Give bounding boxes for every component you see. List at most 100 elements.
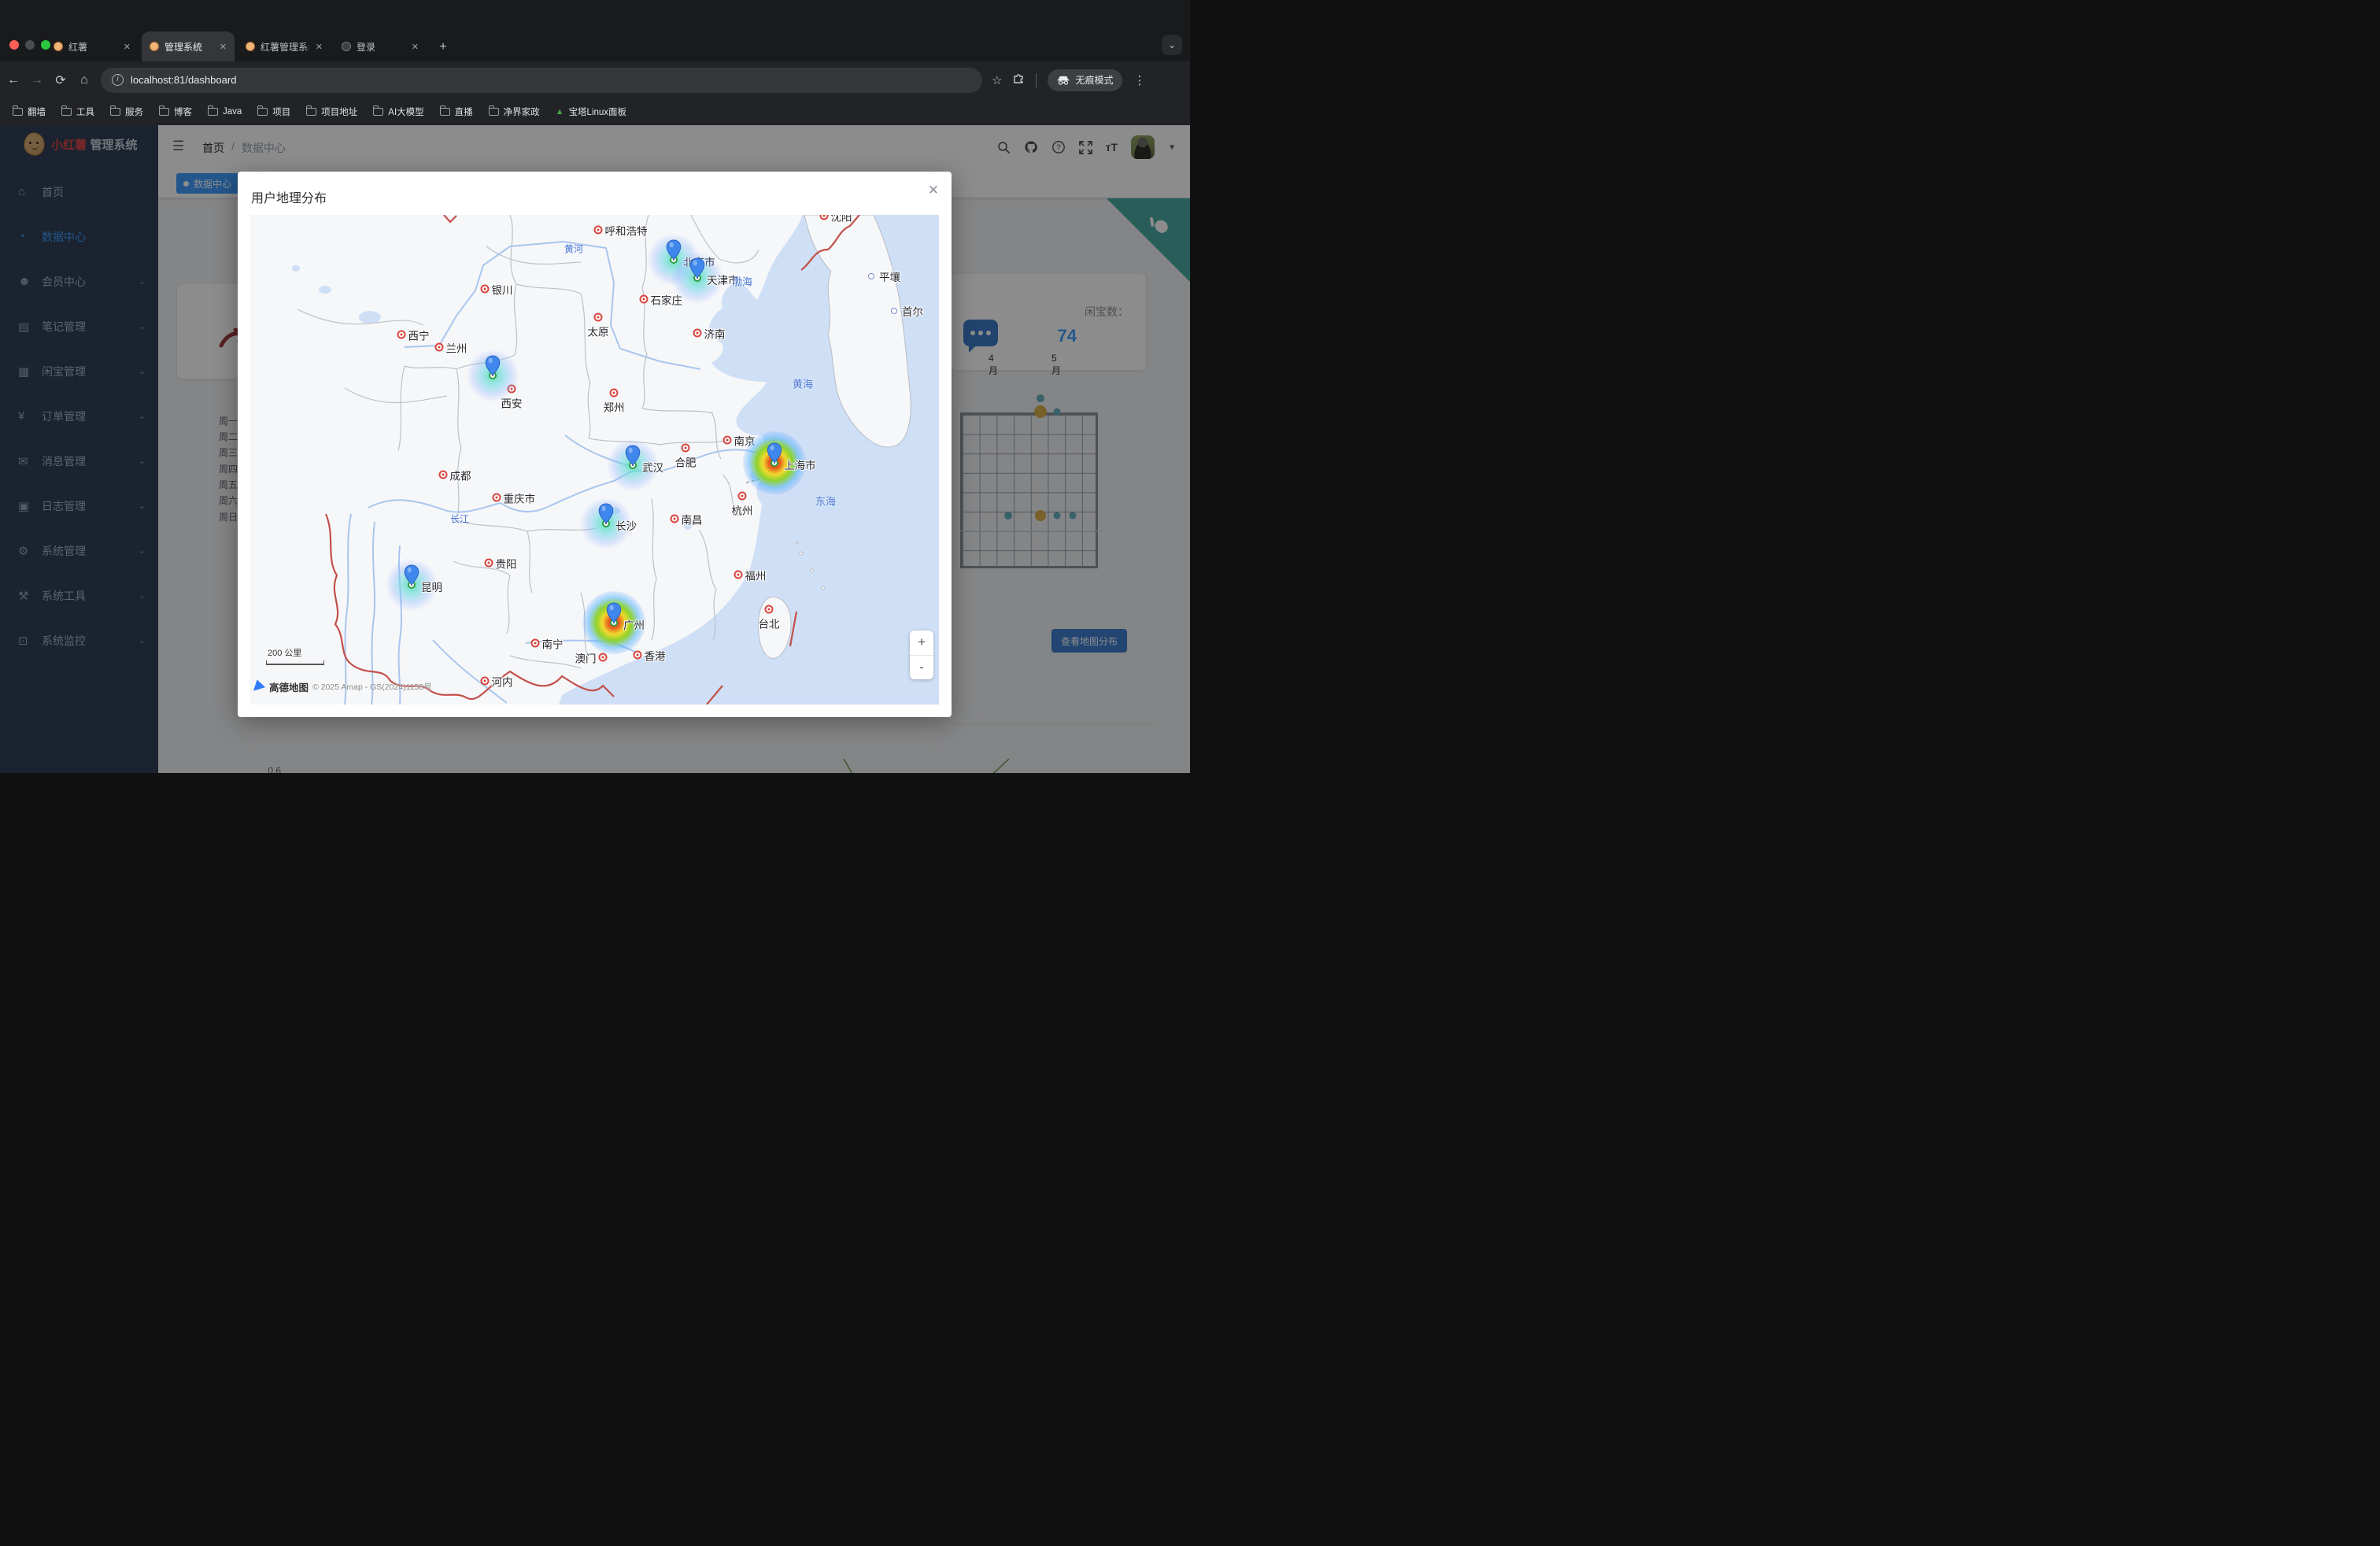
browser-tab[interactable]: 红薯 ✕ bbox=[46, 31, 139, 61]
folder-icon bbox=[110, 108, 120, 116]
home-button[interactable]: ⌂ bbox=[74, 73, 94, 87]
map-city-首尔: 首尔 bbox=[891, 308, 897, 314]
city-marker-icon bbox=[493, 494, 501, 502]
river-label-长江: 长江 bbox=[450, 512, 469, 526]
tab-close-icon[interactable]: ✕ bbox=[314, 42, 324, 52]
city-marker-icon bbox=[634, 651, 642, 660]
back-button[interactable]: ← bbox=[3, 73, 24, 87]
bookmark-item[interactable]: 项目 bbox=[257, 105, 290, 118]
zoom-out-button[interactable]: - bbox=[910, 656, 933, 680]
map-city-兰州: 兰州 bbox=[435, 343, 444, 352]
dialog-close-icon[interactable]: ✕ bbox=[928, 183, 939, 198]
bookmark-item[interactable]: 项目地址 bbox=[306, 105, 357, 118]
browser-tab[interactable]: 红薯管理系统 ✕ bbox=[238, 31, 331, 61]
folder-icon bbox=[13, 108, 23, 116]
extensions-icon[interactable] bbox=[1013, 72, 1025, 87]
tab-close-icon[interactable]: ✕ bbox=[218, 42, 228, 52]
city-marker-icon bbox=[397, 331, 406, 339]
pinned-city-label: 上海市 bbox=[784, 457, 816, 472]
map-city-西宁: 西宁 bbox=[397, 331, 406, 339]
map-attribution: 高德地图 © 2025 Amap - GS(2024)1158号 bbox=[255, 679, 432, 694]
map-city-济南: 济南 bbox=[693, 329, 702, 338]
city-marker-icon bbox=[868, 273, 874, 279]
city-marker-icon bbox=[682, 444, 690, 453]
city-marker-icon bbox=[640, 295, 649, 304]
city-label: 香港 bbox=[645, 647, 666, 663]
city-marker-icon bbox=[671, 515, 679, 523]
minimize-window-button[interactable] bbox=[25, 40, 35, 50]
new-tab-button[interactable]: + bbox=[433, 37, 453, 57]
reload-button[interactable]: ⟳ bbox=[50, 72, 71, 88]
city-label: 平壤 bbox=[879, 268, 900, 284]
river-label-黄河: 黄河 bbox=[564, 242, 583, 256]
bookmark-label: 翻墙 bbox=[28, 105, 46, 118]
bookmark-label: 净界家政 bbox=[504, 105, 540, 118]
tab-close-icon[interactable]: ✕ bbox=[410, 42, 420, 52]
potato-icon bbox=[150, 42, 159, 51]
bookmark-item[interactable]: 翻墙 bbox=[13, 105, 46, 118]
geo-distribution-dialog: 用户地理分布 ✕ bbox=[238, 172, 952, 717]
address-bar[interactable]: i localhost:81/dashboard bbox=[101, 68, 982, 93]
globe-icon bbox=[342, 42, 351, 51]
site-info-icon[interactable]: i bbox=[112, 74, 124, 86]
bookmark-label: 博客 bbox=[174, 105, 192, 118]
city-label: 郑州 bbox=[604, 399, 625, 415]
zoom-in-button[interactable]: + bbox=[910, 631, 933, 656]
incognito-label: 无痕模式 bbox=[1075, 73, 1113, 87]
browser-toolbar: ← → ⟳ ⌂ i localhost:81/dashboard ☆ 无痕模式 … bbox=[0, 61, 1190, 98]
pinned-city-label: 昆明 bbox=[421, 579, 442, 594]
city-marker-icon bbox=[531, 639, 540, 648]
pin-icon bbox=[606, 602, 622, 627]
city-marker-icon bbox=[734, 571, 743, 579]
city-label: 太原 bbox=[588, 324, 609, 339]
map-city-太原: 太原 bbox=[594, 313, 603, 322]
browser-tab[interactable]: 登录✕ bbox=[334, 31, 427, 61]
city-label: 贵阳 bbox=[496, 555, 517, 571]
window-controls[interactable] bbox=[9, 40, 50, 50]
folder-icon bbox=[159, 108, 169, 116]
map-city-银川: 银川 bbox=[481, 285, 490, 294]
city-label: 呼和浩特 bbox=[605, 222, 648, 238]
incognito-icon bbox=[1057, 76, 1070, 85]
city-label: 兰州 bbox=[446, 339, 468, 355]
bookmark-label: AI大模型 bbox=[388, 105, 423, 118]
pin-icon bbox=[625, 445, 641, 470]
browser-menu-icon[interactable]: ⋮ bbox=[1133, 73, 1145, 87]
city-marker-icon bbox=[481, 677, 490, 686]
potato-icon bbox=[54, 42, 63, 51]
bookmark-item[interactable]: 净界家政 bbox=[489, 105, 540, 118]
bookmark-item[interactable]: 直播 bbox=[440, 105, 473, 118]
bookmark-item[interactable]: 服务 bbox=[110, 105, 143, 118]
bookmark-star-icon[interactable]: ☆ bbox=[992, 73, 1002, 87]
city-label: 澳门 bbox=[575, 649, 597, 665]
map-city-合肥: 合肥 bbox=[682, 444, 690, 453]
pin-icon bbox=[689, 257, 705, 283]
bookmark-label: 工具 bbox=[76, 105, 94, 118]
bookmark-item[interactable]: 工具 bbox=[61, 105, 94, 118]
bookmark-label: Java bbox=[223, 107, 242, 117]
tab-search-chevron-icon[interactable]: ⌄ bbox=[1162, 35, 1182, 55]
map-city-平壤: 平壤 bbox=[868, 273, 874, 279]
sea-label-黄海: 黄海 bbox=[793, 376, 813, 391]
browser-tabs: 红薯✕管理系统✕红薯管理系统✕登录✕+ bbox=[46, 30, 453, 61]
city-label: 重庆市 bbox=[504, 490, 536, 505]
map-city-石家庄: 石家庄 bbox=[640, 295, 649, 304]
city-marker-icon bbox=[435, 343, 444, 352]
forward-button[interactable]: → bbox=[27, 73, 47, 87]
browser-tab[interactable]: 管理系统✕ bbox=[142, 31, 235, 61]
city-label: 首尔 bbox=[902, 303, 923, 319]
screen: 红薯✕管理系统✕红薯管理系统✕登录✕+ ⌄ ← → ⟳ ⌂ i localhos… bbox=[0, 0, 1190, 773]
bookmark-item[interactable]: Java bbox=[208, 107, 242, 117]
city-marker-icon bbox=[610, 389, 619, 398]
toolbar-right: ☆ 无痕模式 ⋮ bbox=[992, 69, 1145, 91]
tab-close-icon[interactable]: ✕ bbox=[122, 42, 132, 52]
city-label: 合肥 bbox=[675, 454, 697, 470]
amap-canvas[interactable]: 呼和浩特沈阳银川石家庄太原济南西宁兰州西安郑州南京合肥成都重庆市杭州南昌贵阳福州… bbox=[250, 215, 939, 705]
bookmark-item[interactable]: AI大模型 bbox=[373, 105, 423, 118]
tab-title: 红薯管理系统 bbox=[261, 40, 309, 54]
tab-title: 红薯 bbox=[68, 40, 116, 54]
close-window-button[interactable] bbox=[9, 40, 19, 50]
map-zoom-control: + - bbox=[910, 631, 933, 679]
bookmark-item[interactable]: ▲宝塔Linux面板 bbox=[556, 105, 626, 118]
bookmark-item[interactable]: 博客 bbox=[159, 105, 192, 118]
